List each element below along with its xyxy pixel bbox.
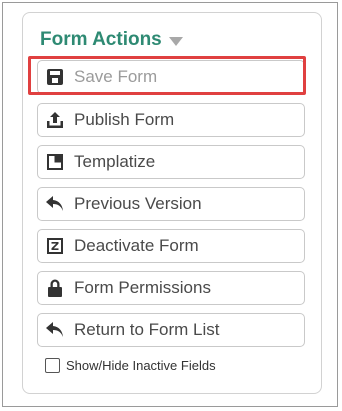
deactivate-form-label: Deactivate Form [74, 236, 199, 255]
save-form-button[interactable]: Save Form [37, 60, 305, 94]
show-hide-inactive-toggle[interactable]: Show/Hide Inactive Fields [45, 358, 216, 373]
return-to-form-list-button[interactable]: Return to Form List [37, 313, 305, 347]
save-icon [45, 66, 65, 88]
show-hide-inactive-label: Show/Hide Inactive Fields [66, 358, 216, 373]
templatize-button[interactable]: Templatize [37, 145, 305, 179]
return-arrow-icon [45, 319, 65, 341]
form-actions-header[interactable]: Form Actions [40, 28, 183, 52]
save-form-label: Save Form [74, 67, 158, 86]
form-permissions-label: Form Permissions [74, 278, 211, 297]
caret-down-icon [168, 36, 183, 46]
show-hide-inactive-checkbox[interactable] [45, 358, 60, 373]
upload-icon [45, 109, 65, 131]
template-icon [45, 151, 65, 173]
deactivate-form-button[interactable]: Deactivate Form [37, 229, 305, 263]
publish-form-button[interactable]: Publish Form [37, 103, 305, 137]
publish-form-label: Publish Form [74, 110, 175, 129]
return-to-form-list-label: Return to Form List [74, 320, 220, 339]
lock-icon [45, 277, 65, 299]
templatize-label: Templatize [74, 152, 156, 171]
z-box-icon [45, 235, 65, 257]
panel-title: Form Actions [40, 29, 162, 50]
form-permissions-button[interactable]: Form Permissions [37, 271, 305, 305]
previous-version-label: Previous Version [74, 194, 202, 213]
undo-arrow-icon [45, 193, 65, 215]
previous-version-button[interactable]: Previous Version [37, 187, 305, 221]
